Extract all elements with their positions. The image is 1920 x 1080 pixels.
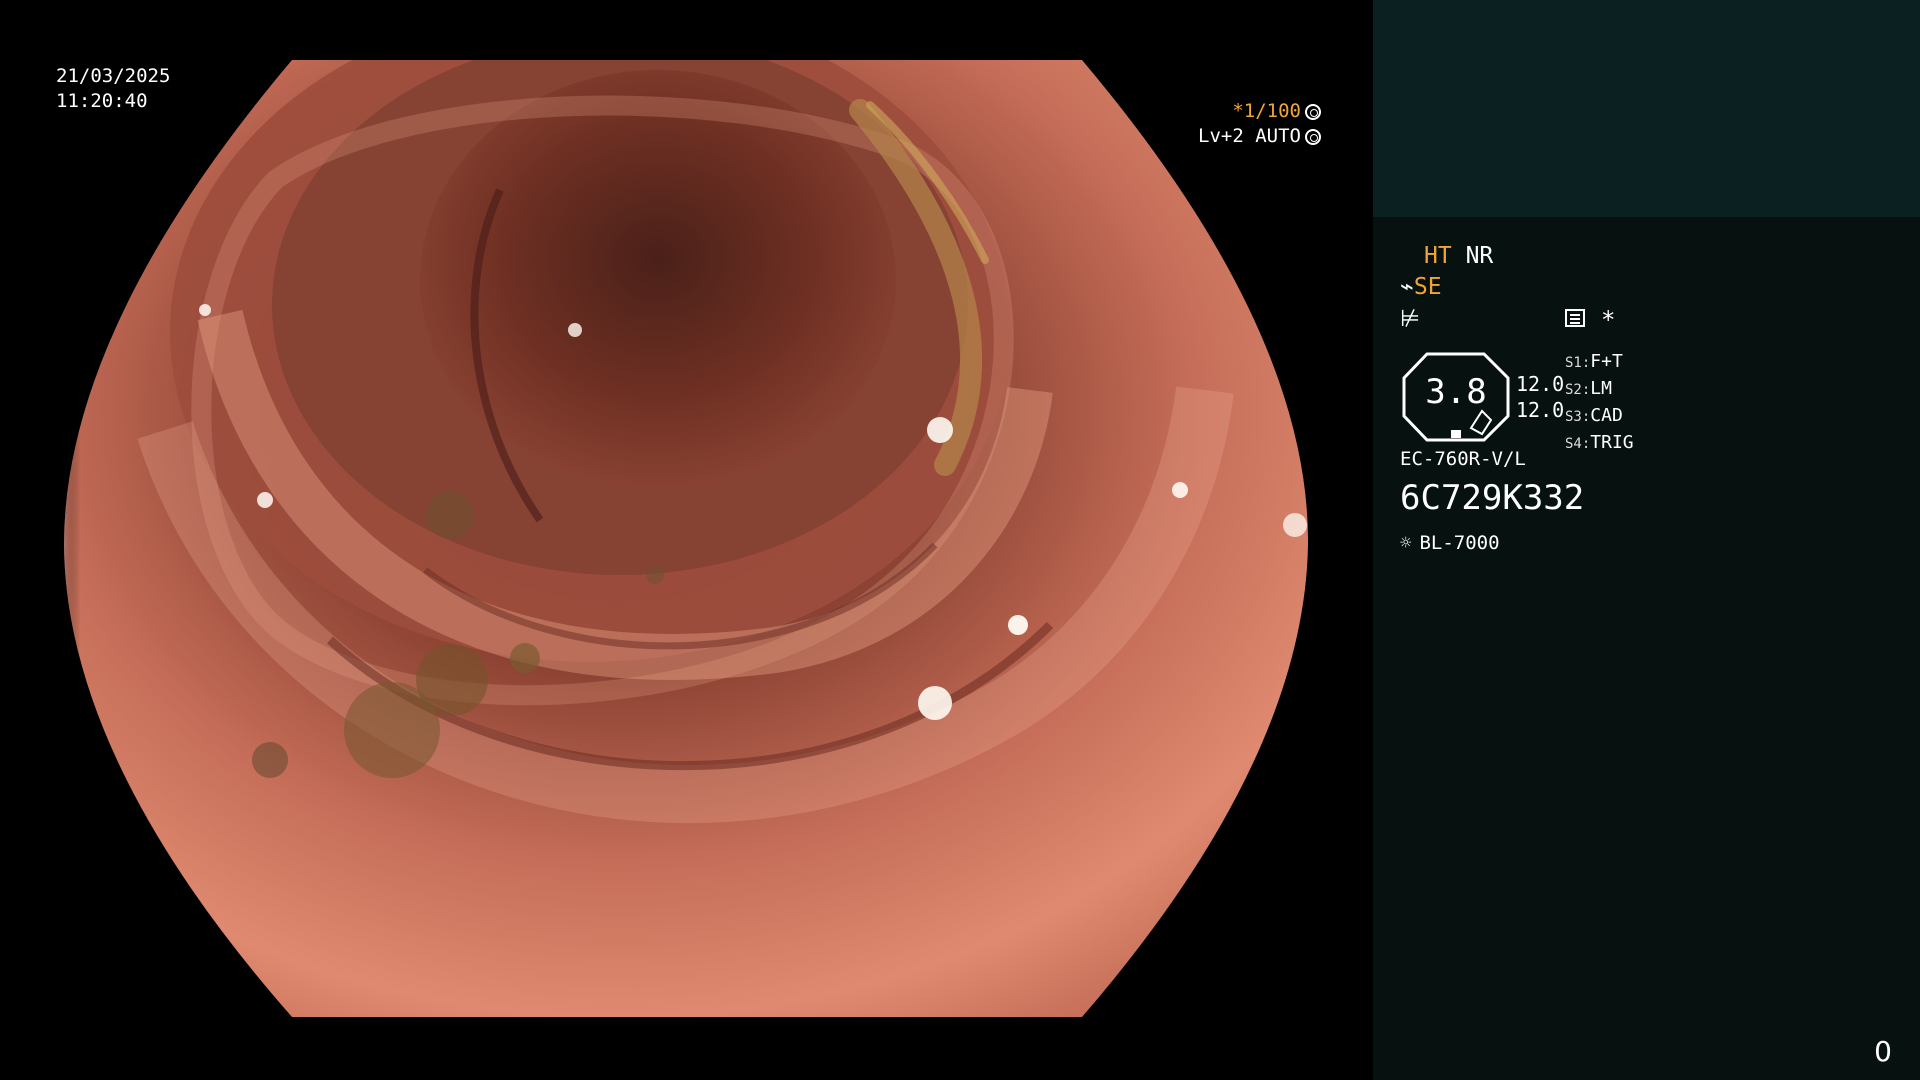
aperture-icon bbox=[1305, 103, 1321, 120]
colon-lumen-image bbox=[64, 60, 1309, 1017]
star-marker: * bbox=[1601, 306, 1616, 334]
shortcut-s4: S4:TRIG bbox=[1565, 432, 1634, 453]
brightness-level-text: Lv+2 AUTO bbox=[1198, 125, 1301, 147]
shortcut-s1: S1:F+T bbox=[1565, 351, 1623, 372]
endoscope-status-panel: HT NR ⌁SE ⊭ * 3.8 12.0 12.0 S1:F+T S2:LM… bbox=[1373, 0, 1920, 1080]
value-one: 12.0 bbox=[1516, 372, 1565, 396]
page-number: 0 bbox=[1874, 1035, 1892, 1068]
value-two: 12.0 bbox=[1516, 398, 1565, 422]
shutter-speed-text: *1/100 bbox=[1232, 100, 1301, 122]
light-source-row: ☼ BL-7000 bbox=[1400, 532, 1500, 554]
exposure-overlay: *1/100 Lv+2 AUTO bbox=[1198, 99, 1321, 149]
date-text: 21/03/2025 bbox=[56, 65, 171, 87]
auto-iris-icon bbox=[1305, 128, 1321, 145]
light-source-text: BL-7000 bbox=[1419, 532, 1500, 554]
scope-model: EC-760R-V/L bbox=[1400, 448, 1526, 470]
shortcut-s2: S2:LM bbox=[1565, 378, 1612, 399]
se-mode-text: SE bbox=[1413, 274, 1442, 300]
nr-mode-text: NR bbox=[1465, 243, 1494, 269]
scope-serial: 6C729K332 bbox=[1400, 478, 1585, 518]
shortcut-s3: S3:CAD bbox=[1565, 405, 1623, 426]
light-source-icon: ☼ bbox=[1400, 532, 1412, 554]
time-text: 11:20:40 bbox=[56, 90, 148, 112]
image-mode-row: HT NR bbox=[1424, 243, 1493, 269]
ht-mode-text: HT bbox=[1424, 243, 1452, 269]
settings-list-icon bbox=[1565, 309, 1585, 327]
scope-switch-list: S1:F+T S2:LM S3:CAD S4:TRIG bbox=[1565, 349, 1634, 457]
scope-icon: ⌁ bbox=[1400, 274, 1414, 300]
panel-header-area bbox=[1373, 0, 1920, 217]
freeze-off-icon: ⊭ bbox=[1400, 306, 1421, 332]
datetime-overlay: 21/03/2025 11:20:40 bbox=[56, 64, 170, 114]
shutter-row: *1/100 bbox=[1198, 99, 1321, 124]
zoom-value: 3.8 bbox=[1425, 372, 1487, 412]
brightness-level-row: Lv+2 AUTO bbox=[1198, 124, 1321, 149]
endoscope-video-area: 21/03/2025 11:20:40 *1/100 Lv+2 AUTO bbox=[0, 0, 1373, 1080]
scope-enhancement-row: ⌁SE bbox=[1400, 274, 1442, 300]
